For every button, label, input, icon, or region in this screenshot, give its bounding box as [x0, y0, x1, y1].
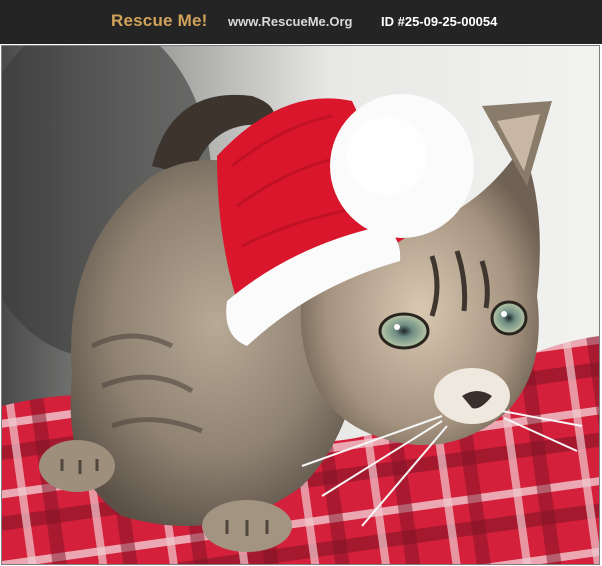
photo-frame [0, 44, 602, 566]
site-url-link[interactable]: www.RescueMe.Org [228, 14, 353, 29]
site-header: Rescue Me! www.RescueMe.Org ID #25-09-25… [0, 0, 602, 44]
brand-logo[interactable]: Rescue Me! [111, 11, 207, 31]
pet-id-label: ID #25-09-25-00054 [381, 14, 498, 29]
kitten-illustration [2, 46, 599, 564]
pet-photo[interactable] [1, 45, 600, 565]
